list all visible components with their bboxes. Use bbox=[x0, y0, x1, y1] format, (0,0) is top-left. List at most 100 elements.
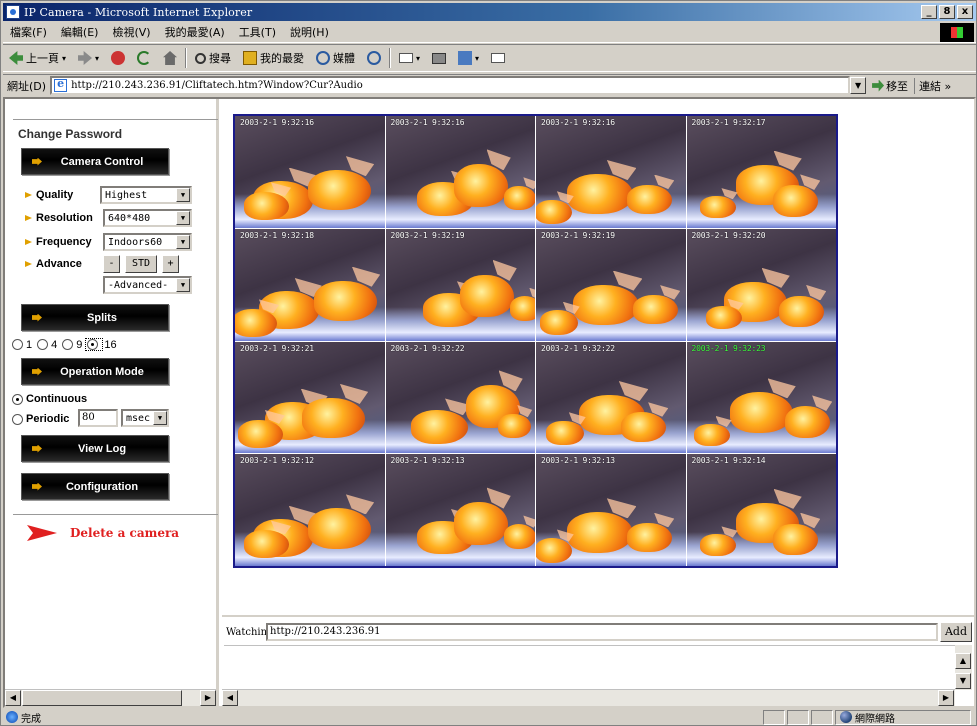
menu-tools[interactable]: 工具(T) bbox=[232, 24, 283, 40]
edit-icon bbox=[458, 51, 473, 65]
scroll-down-button[interactable]: ▼ bbox=[955, 673, 971, 689]
discuss-button[interactable] bbox=[485, 47, 511, 69]
split-label-9: 9 bbox=[76, 338, 83, 351]
splits-button[interactable]: Splits bbox=[21, 304, 169, 331]
resolution-select[interactable]: 640*480 ▼ bbox=[103, 209, 192, 227]
menu-help[interactable]: 說明(H) bbox=[283, 24, 336, 40]
close-button[interactable]: x bbox=[957, 5, 973, 19]
camera-cell[interactable]: 2003-2-1 9:32:18 bbox=[235, 228, 385, 341]
quality-select[interactable]: Highest ▼ bbox=[100, 186, 192, 204]
search-button[interactable]: 搜尋 bbox=[189, 47, 237, 69]
split-radio-1[interactable] bbox=[12, 339, 23, 350]
chevron-down-icon: ▾ bbox=[95, 53, 100, 63]
home-button[interactable] bbox=[157, 47, 183, 69]
operation-mode-button[interactable]: Operation Mode bbox=[21, 358, 169, 385]
camera-cell[interactable]: 2003-2-1 9:32:22 bbox=[536, 341, 686, 454]
back-button[interactable]: 上一頁 ▾ bbox=[3, 47, 72, 69]
scroll-right-button[interactable]: ▶ bbox=[200, 690, 216, 706]
advance-select[interactable]: -Advanced- ▼ bbox=[103, 276, 192, 294]
address-dropdown-button[interactable]: ▼ bbox=[850, 77, 867, 94]
scroll-up-button[interactable]: ▲ bbox=[955, 653, 971, 669]
camera-cell[interactable]: 2003-2-1 9:32:16 bbox=[536, 116, 686, 228]
split-radio-16[interactable] bbox=[87, 339, 99, 350]
refresh-button[interactable] bbox=[131, 47, 157, 69]
chevron-down-icon: ▼ bbox=[176, 188, 190, 202]
camera-timestamp: 2003-2-1 9:32:22 bbox=[390, 343, 465, 353]
watching-list[interactable] bbox=[224, 645, 972, 690]
history-button[interactable] bbox=[361, 47, 387, 69]
bottom-horizontal-scrollbar[interactable]: ◀ ▶ bbox=[222, 689, 955, 706]
advance-plus-button[interactable]: + bbox=[162, 255, 179, 273]
delete-camera-link[interactable]: Delete a camera bbox=[27, 525, 179, 541]
address-bar: 網址(D) http://210.243.236.91/Cliftatech.h… bbox=[3, 74, 976, 96]
left-horizontal-scrollbar[interactable]: ◀ ▶ bbox=[5, 689, 216, 706]
camera-cell[interactable]: 2003-2-1 9:32:21 bbox=[235, 341, 385, 454]
scroll-left-button[interactable]: ◀ bbox=[222, 690, 238, 706]
camera-cell[interactable]: 2003-2-1 9:32:23 bbox=[686, 341, 836, 454]
address-label: 網址(D) bbox=[7, 79, 47, 93]
split-radio-9[interactable] bbox=[62, 339, 74, 350]
media-icon bbox=[316, 51, 331, 65]
links-button[interactable]: 連結 » bbox=[914, 77, 955, 94]
split-label-16: 16 bbox=[104, 338, 117, 351]
watching-input[interactable]: http://210.243.236.91 bbox=[266, 623, 938, 641]
camera-cell[interactable]: 2003-2-1 9:32:12 bbox=[235, 454, 385, 566]
bottom-vertical-scrollbar[interactable]: ▲ ▼ bbox=[955, 645, 972, 690]
periodic-radio[interactable] bbox=[12, 413, 23, 425]
maximize-button[interactable]: 8 bbox=[939, 5, 955, 19]
scroll-thumb[interactable] bbox=[22, 690, 182, 706]
frequency-select[interactable]: Indoors60 ▼ bbox=[103, 233, 192, 251]
camera-cell[interactable]: 2003-2-1 9:32:19 bbox=[536, 228, 686, 341]
browser-window: IP Camera - Microsoft Internet Explorer … bbox=[0, 0, 977, 726]
menu-view[interactable]: 檢視(V) bbox=[105, 24, 157, 40]
forward-button[interactable]: ▾ bbox=[72, 47, 105, 69]
camera-timestamp: 2003-2-1 9:32:16 bbox=[541, 118, 615, 127]
camera-control-button[interactable]: Camera Control bbox=[21, 148, 169, 175]
split-radio-4[interactable] bbox=[37, 339, 49, 350]
configuration-button[interactable]: Configuration bbox=[21, 473, 169, 500]
globe-icon bbox=[840, 711, 852, 723]
menu-edit[interactable]: 編輯(E) bbox=[54, 24, 106, 40]
camera-grid[interactable]: 2003-2-1 9:32:16 2003-2-1 9:32:16 2003-2-1… bbox=[233, 114, 838, 568]
goldfish bbox=[237, 419, 283, 448]
frequency-value: Indoors60 bbox=[108, 236, 163, 248]
camera-view-frame: 2003-2-1 9:32:16 2003-2-1 9:32:16 2003-2-1… bbox=[222, 99, 974, 612]
camera-cell[interactable]: 2003-2-1 9:32:19 bbox=[385, 228, 535, 341]
camera-cell[interactable]: 2003-2-1 9:32:16 bbox=[235, 116, 385, 228]
goldfish bbox=[497, 413, 531, 439]
advance-std-button[interactable]: STD bbox=[125, 255, 157, 273]
add-button[interactable]: Add bbox=[940, 622, 972, 642]
camera-cell[interactable]: 2003-2-1 9:32:22 bbox=[385, 341, 535, 454]
menu-bar: 檔案(F) 編輯(E) 檢視(V) 我的最愛(A) 工具(T) 說明(H) bbox=[3, 22, 976, 43]
stop-button[interactable] bbox=[105, 47, 131, 69]
camera-cell[interactable]: 2003-2-1 9:32:14 bbox=[686, 454, 836, 566]
address-input[interactable]: http://210.243.236.91/Cliftatech.htm?Win… bbox=[50, 76, 851, 95]
continuous-label: Continuous bbox=[26, 393, 88, 405]
print-button[interactable] bbox=[426, 47, 452, 69]
media-button[interactable]: 媒體 bbox=[310, 47, 361, 69]
continuous-radio[interactable] bbox=[12, 393, 23, 405]
camera-timestamp: 2003-2-1 9:32:19 bbox=[390, 230, 465, 240]
status-text: 完成 bbox=[21, 713, 41, 725]
menu-favorites[interactable]: 我的最愛(A) bbox=[158, 24, 232, 40]
scroll-right-button[interactable]: ▶ bbox=[938, 690, 954, 706]
scroll-left-button[interactable]: ◀ bbox=[5, 690, 21, 706]
splits-label: Splits bbox=[87, 311, 117, 324]
minimize-button[interactable]: _ bbox=[921, 5, 937, 19]
advance-minus-button[interactable]: - bbox=[103, 255, 120, 273]
edit-button[interactable]: ▾ bbox=[452, 47, 485, 69]
view-log-button[interactable]: View Log bbox=[21, 435, 169, 462]
mail-button[interactable]: ▾ bbox=[393, 47, 426, 69]
camera-cell[interactable]: 2003-2-1 9:32:16 bbox=[385, 116, 535, 228]
title-bar[interactable]: IP Camera - Microsoft Internet Explorer … bbox=[3, 3, 976, 21]
camera-cell[interactable]: 2003-2-1 9:32:13 bbox=[385, 454, 535, 566]
go-button[interactable]: 移至 bbox=[866, 78, 914, 94]
camera-cell[interactable]: 2003-2-1 9:32:20 bbox=[686, 228, 836, 341]
camera-cell[interactable]: 2003-2-1 9:32:13 bbox=[536, 454, 686, 566]
menu-file[interactable]: 檔案(F) bbox=[3, 24, 54, 40]
change-password-link[interactable]: Change Password bbox=[18, 127, 122, 141]
periodic-unit-select[interactable]: msec ▼ bbox=[121, 409, 169, 427]
favorites-button[interactable]: 我的最愛 bbox=[237, 47, 310, 69]
periodic-input[interactable]: 80 bbox=[78, 409, 118, 427]
camera-cell[interactable]: 2003-2-1 9:32:17 bbox=[686, 116, 836, 228]
